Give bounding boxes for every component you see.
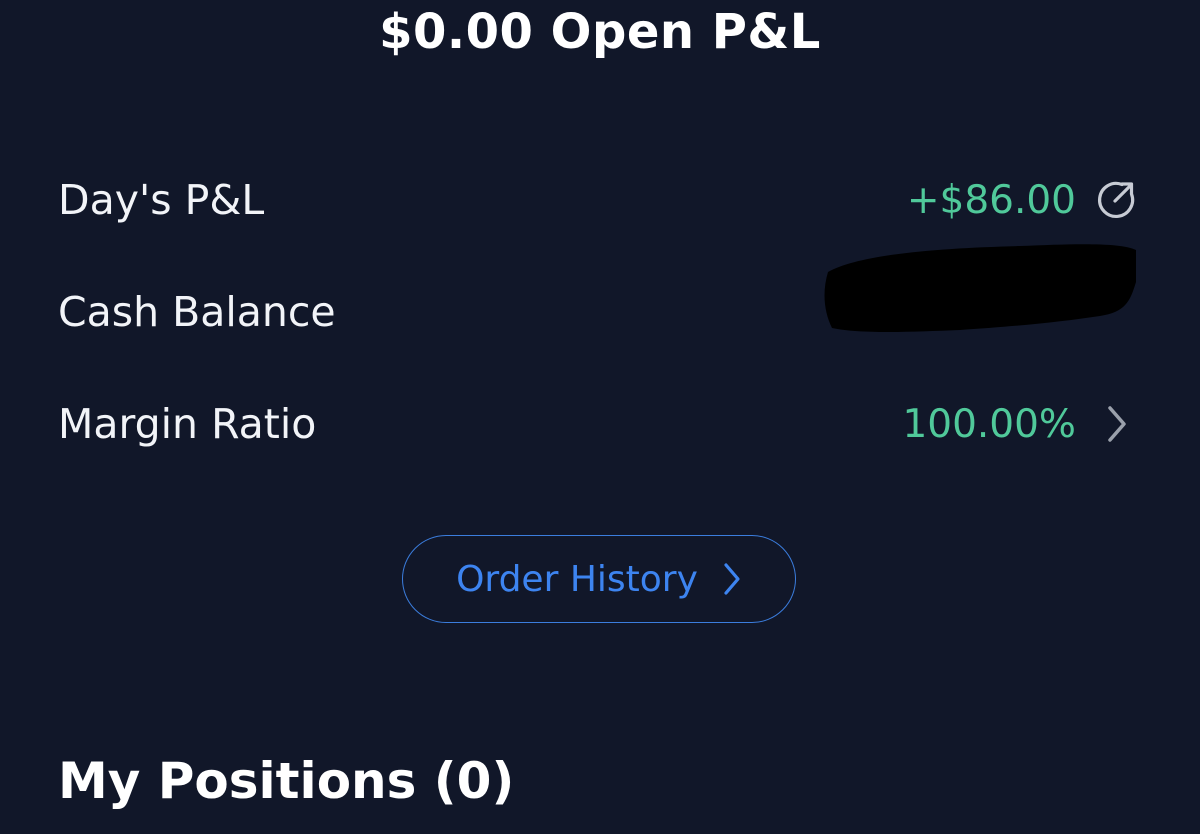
order-history-label: Order History <box>456 558 698 600</box>
margin-ratio-value: 100.00% <box>902 401 1076 447</box>
cash-balance-label: Cash Balance <box>58 288 336 336</box>
days-pnl-value: +$86.00 <box>906 177 1076 223</box>
share-arrow-icon[interactable] <box>1094 178 1138 222</box>
open-pnl-title: $0.00 Open P&L <box>379 4 821 60</box>
redacted-value <box>820 244 1138 362</box>
margin-ratio-label: Margin Ratio <box>58 400 317 448</box>
days-pnl-label: Day's P&L <box>58 176 265 224</box>
order-history-button[interactable]: Order History <box>402 535 796 623</box>
margin-ratio-value-group[interactable]: 100.00% <box>902 402 1138 447</box>
cash-balance-row: Cash Balance <box>58 244 1138 342</box>
chevron-right-icon <box>722 562 742 596</box>
margin-ratio-row[interactable]: Margin Ratio 100.00% <box>58 394 1138 454</box>
days-pnl-value-group[interactable]: +$86.00 <box>907 178 1138 223</box>
chevron-right-icon <box>1094 402 1138 446</box>
my-positions-heading: My Positions (0) <box>58 752 515 810</box>
days-pnl-row[interactable]: Day's P&L +$86.00 <box>58 170 1138 230</box>
